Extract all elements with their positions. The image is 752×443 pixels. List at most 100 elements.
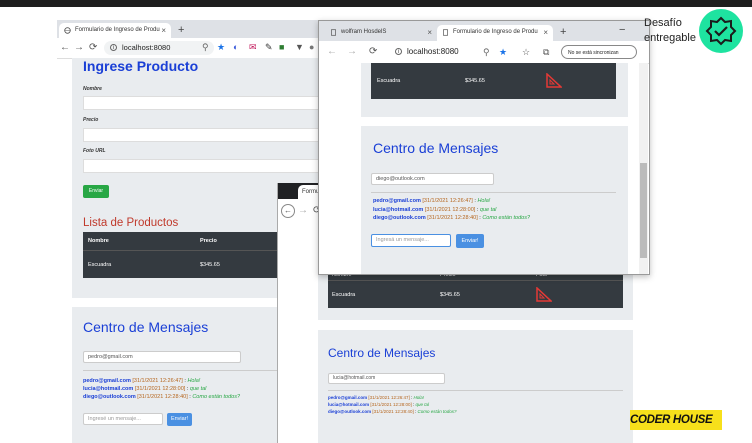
ruler-triangle-icon <box>546 73 562 88</box>
message-input[interactable]: Ingresé un mensaje... <box>83 413 163 425</box>
close-icon[interactable]: × <box>161 23 166 38</box>
submit-button[interactable]: Enviar <box>83 185 109 198</box>
message-input[interactable]: Ingresá un mensaje... <box>371 234 451 247</box>
new-tab-icon[interactable]: + <box>178 23 184 37</box>
mail-icon[interactable]: ✉ <box>249 42 257 52</box>
right-browser-window: wolfram HosdelS × Formulario de Ingreso … <box>318 20 650 275</box>
table-cell: $345.65 <box>465 78 485 84</box>
table-header: Precio <box>200 238 217 244</box>
tab-title: Formulario de Ingreso de Produ <box>453 29 538 35</box>
chat-title: Centro de Mensajes <box>83 319 209 335</box>
new-tab-icon[interactable]: + <box>560 25 566 39</box>
tab-other[interactable]: wolfram HosdelS × <box>325 25 437 40</box>
reload-icon[interactable]: ⟳ <box>369 46 377 57</box>
badge <box>699 9 743 53</box>
zoom-icon[interactable]: ⚲ <box>483 47 490 57</box>
filter-icon[interactable]: ▼ <box>295 42 304 52</box>
email-field[interactable]: pedro@gmail.com <box>83 351 241 363</box>
send-button[interactable]: Enviar! <box>167 413 192 426</box>
scrollbar[interactable] <box>639 63 648 274</box>
list-item: lucia@hotmail.com [31/1/2021 12:28:00] :… <box>328 402 429 407</box>
right-address-bar: ← → ⟳ i localhost:8080 ⚲ ★ ☆ ⧉ No se est… <box>319 41 649 64</box>
chat-title: Centro de Mensajes <box>328 346 436 360</box>
page-icon <box>443 29 448 36</box>
zoom-icon[interactable]: ⚲ <box>202 42 209 52</box>
chat-title: Centro de Mensajes <box>373 140 499 156</box>
back-icon[interactable]: ← <box>327 46 337 57</box>
right-chat-panel: Centro de Mensajes diego@outlook.com ped… <box>361 126 628 274</box>
top-dark-strip <box>0 0 752 7</box>
badge-check-icon <box>705 16 737 46</box>
right-tab[interactable]: Formulario de Ingreso de Produ × <box>437 25 553 41</box>
price-field[interactable] <box>83 128 357 142</box>
table-cell: $345.65 <box>440 292 460 298</box>
list-item: lucia@hotmail.com [31/1/2021 12:28:00] :… <box>373 206 497 213</box>
table-header: Nombre <box>88 238 109 244</box>
url-text: localhost:8080 <box>407 47 459 56</box>
info-icon: i <box>395 48 402 55</box>
star-icon[interactable]: ★ <box>499 47 507 57</box>
product-table: Escuadra $345.65 <box>371 63 616 99</box>
forward-icon[interactable]: → <box>347 46 357 57</box>
globe-icon <box>64 27 71 34</box>
forward-icon[interactable]: → <box>298 205 308 216</box>
left-address-bar: ← → ⟳ i localhost:8080 ⚲ ★ ◐ ✉ ✎ ■ ▼ ● <box>57 38 357 59</box>
back-icon[interactable]: ← <box>60 42 70 53</box>
table-cell: $345.65 <box>200 262 220 268</box>
message-list: pedro@gmail.com [31/1/2021 12:26:47] : H… <box>373 197 530 223</box>
desafio-label: Desafío entregable <box>644 17 696 44</box>
collections-icon[interactable]: ⧉ <box>543 47 549 57</box>
divider <box>328 390 623 391</box>
price-label: Precio <box>83 117 99 123</box>
photo-url-label: Foto URL <box>83 148 106 154</box>
left-tab[interactable]: Formulario de Ingreso de Produ × <box>59 23 171 38</box>
message-list: pedro@gmail.com [31/1/2021 12:26:47] : H… <box>328 394 457 415</box>
table-row: Escuadra $345.65 <box>371 63 616 99</box>
table-cell: Escuadra <box>377 78 401 84</box>
product-table: Nombre Precio Foto Escuadra $345.65 <box>328 270 623 308</box>
page-icon <box>331 29 336 36</box>
tab-title: Formulario de Ingreso de Produ <box>75 27 160 33</box>
forward-icon[interactable]: → <box>74 42 84 53</box>
divider <box>371 192 616 193</box>
info-icon: i <box>110 44 117 51</box>
favorites-icon[interactable]: ☆ <box>522 47 530 57</box>
left-tabstrip: Formulario de Ingreso de Produ × + <box>57 20 357 38</box>
list-item: diego@outlook.com [31/1/2021 12:28:40] :… <box>373 215 531 221</box>
list-title: Lista de Productos <box>83 217 179 229</box>
ruler-triangle-icon <box>536 287 552 302</box>
sync-status[interactable]: No se está sincronizan <box>561 45 637 59</box>
extension-icon[interactable]: ◐ <box>233 42 238 52</box>
minimize-icon[interactable]: − <box>619 23 625 37</box>
name-field[interactable] <box>83 96 357 110</box>
close-icon[interactable]: × <box>427 25 432 40</box>
right-page: Escuadra $345.65 Centro de Mensajes dieg… <box>319 63 639 274</box>
send-button[interactable]: Enviar! <box>456 234 484 248</box>
puzzle-icon[interactable]: ● <box>309 42 314 52</box>
photo-url-field[interactable] <box>83 159 357 173</box>
pen-icon[interactable]: ✎ <box>265 42 273 52</box>
table-cell: Escuadra <box>88 262 112 268</box>
reload-icon[interactable]: ⟳ <box>89 42 97 53</box>
right-table-panel: Escuadra $345.65 <box>361 63 628 117</box>
green-ext-icon[interactable]: ■ <box>279 42 284 52</box>
coder-house-logo: CODER HOUSE <box>630 410 722 430</box>
tab-title: wolfram HosdelS <box>341 29 387 35</box>
star-icon[interactable]: ★ <box>217 42 225 52</box>
url-text: localhost:8080 <box>122 43 171 52</box>
url-input[interactable]: i localhost:8080 <box>104 41 214 55</box>
scrollbar-thumb[interactable] <box>640 163 647 258</box>
email-field[interactable]: diego@outlook.com <box>371 173 494 185</box>
table-cell: Escuadra <box>332 292 356 298</box>
right-tabstrip: wolfram HosdelS × Formulario de Ingreso … <box>319 21 649 41</box>
back-icon[interactable]: ← <box>281 204 295 218</box>
logo-text: CODER HOUSE <box>630 414 713 426</box>
email-field[interactable]: lucia@hotmail.com <box>328 373 445 384</box>
form-title: Ingrese Producto <box>83 58 199 74</box>
close-icon[interactable]: × <box>543 25 548 40</box>
list-item: pedro@gmail.com [31/1/2021 12:26:47] : H… <box>373 198 491 204</box>
list-item: diego@outlook.com [31/1/2021 12:28:40] :… <box>328 409 457 414</box>
sync-label: No se está sincronizan <box>568 50 619 56</box>
list-item: pedro@gmail.com [31/1/2021 12:26:47] : H… <box>328 395 424 400</box>
table-row: Escuadra $345.65 <box>328 280 623 309</box>
